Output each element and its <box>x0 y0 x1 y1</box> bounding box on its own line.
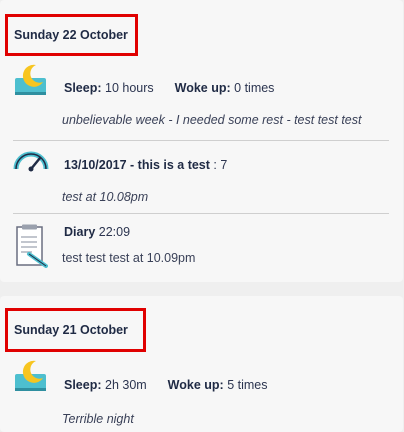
timeline: Sunday 22 October Sleep: 10 hours Woke u… <box>0 0 404 432</box>
gauge-icon <box>13 151 49 172</box>
moon-pillow-icon <box>15 64 46 95</box>
measure-separator: : <box>213 158 217 172</box>
day-date-heading: Sunday 21 October <box>5 308 146 352</box>
day-card: Sunday 21 October Sleep: 2h 30m Woke up:… <box>0 296 403 432</box>
sleep-label: Sleep: <box>64 81 102 95</box>
measure-note: test at 10.08pm <box>62 190 149 204</box>
entry-divider <box>13 140 389 141</box>
diary-time: 22:09 <box>98 225 131 239</box>
sleep-value: 2h 30m <box>105 378 147 392</box>
wake-value: 0 times <box>234 81 275 95</box>
sleep-entry[interactable]: Sleep: 2h 30m Woke up: 5 times Terrible … <box>0 358 403 430</box>
sleep-note: Terrible night <box>62 412 134 426</box>
wake-value: 5 times <box>227 378 268 392</box>
diary-entry[interactable]: Diary 22:09 test test test at 10.09pm <box>0 222 403 280</box>
measure-value: 7 <box>220 158 228 172</box>
sleep-summary: Sleep: 2h 30m Woke up: 5 times <box>64 378 267 392</box>
sleep-value: 10 hours <box>105 81 154 95</box>
diary-summary: Diary 22:09 <box>64 225 130 239</box>
entry-divider <box>13 213 389 214</box>
notepad-pen-icon <box>16 224 48 268</box>
day-date-heading: Sunday 22 October <box>5 14 138 56</box>
diary-note: test test test at 10.09pm <box>62 251 196 265</box>
day-date-label: Sunday 21 October <box>14 323 128 337</box>
day-date-label: Sunday 22 October <box>14 28 128 42</box>
sleep-note: unbelievable week - I needed some rest -… <box>62 113 362 127</box>
wake-label: Woke up: <box>174 81 231 95</box>
measure-entry[interactable]: 13/10/2017 - this is a test : 7 test at … <box>0 148 403 206</box>
wake-label: Woke up: <box>167 378 224 392</box>
moon-pillow-icon <box>15 360 46 391</box>
day-card: Sunday 22 October Sleep: 10 hours Woke u… <box>0 0 403 282</box>
measure-title: 13/10/2017 - this is a test <box>64 158 210 172</box>
sleep-entry[interactable]: Sleep: 10 hours Woke up: 0 times unbelie… <box>0 62 403 134</box>
sleep-label: Sleep: <box>64 378 102 392</box>
measure-summary: 13/10/2017 - this is a test : 7 <box>64 158 227 172</box>
sleep-summary: Sleep: 10 hours Woke up: 0 times <box>64 81 274 95</box>
diary-title: Diary <box>64 225 96 239</box>
